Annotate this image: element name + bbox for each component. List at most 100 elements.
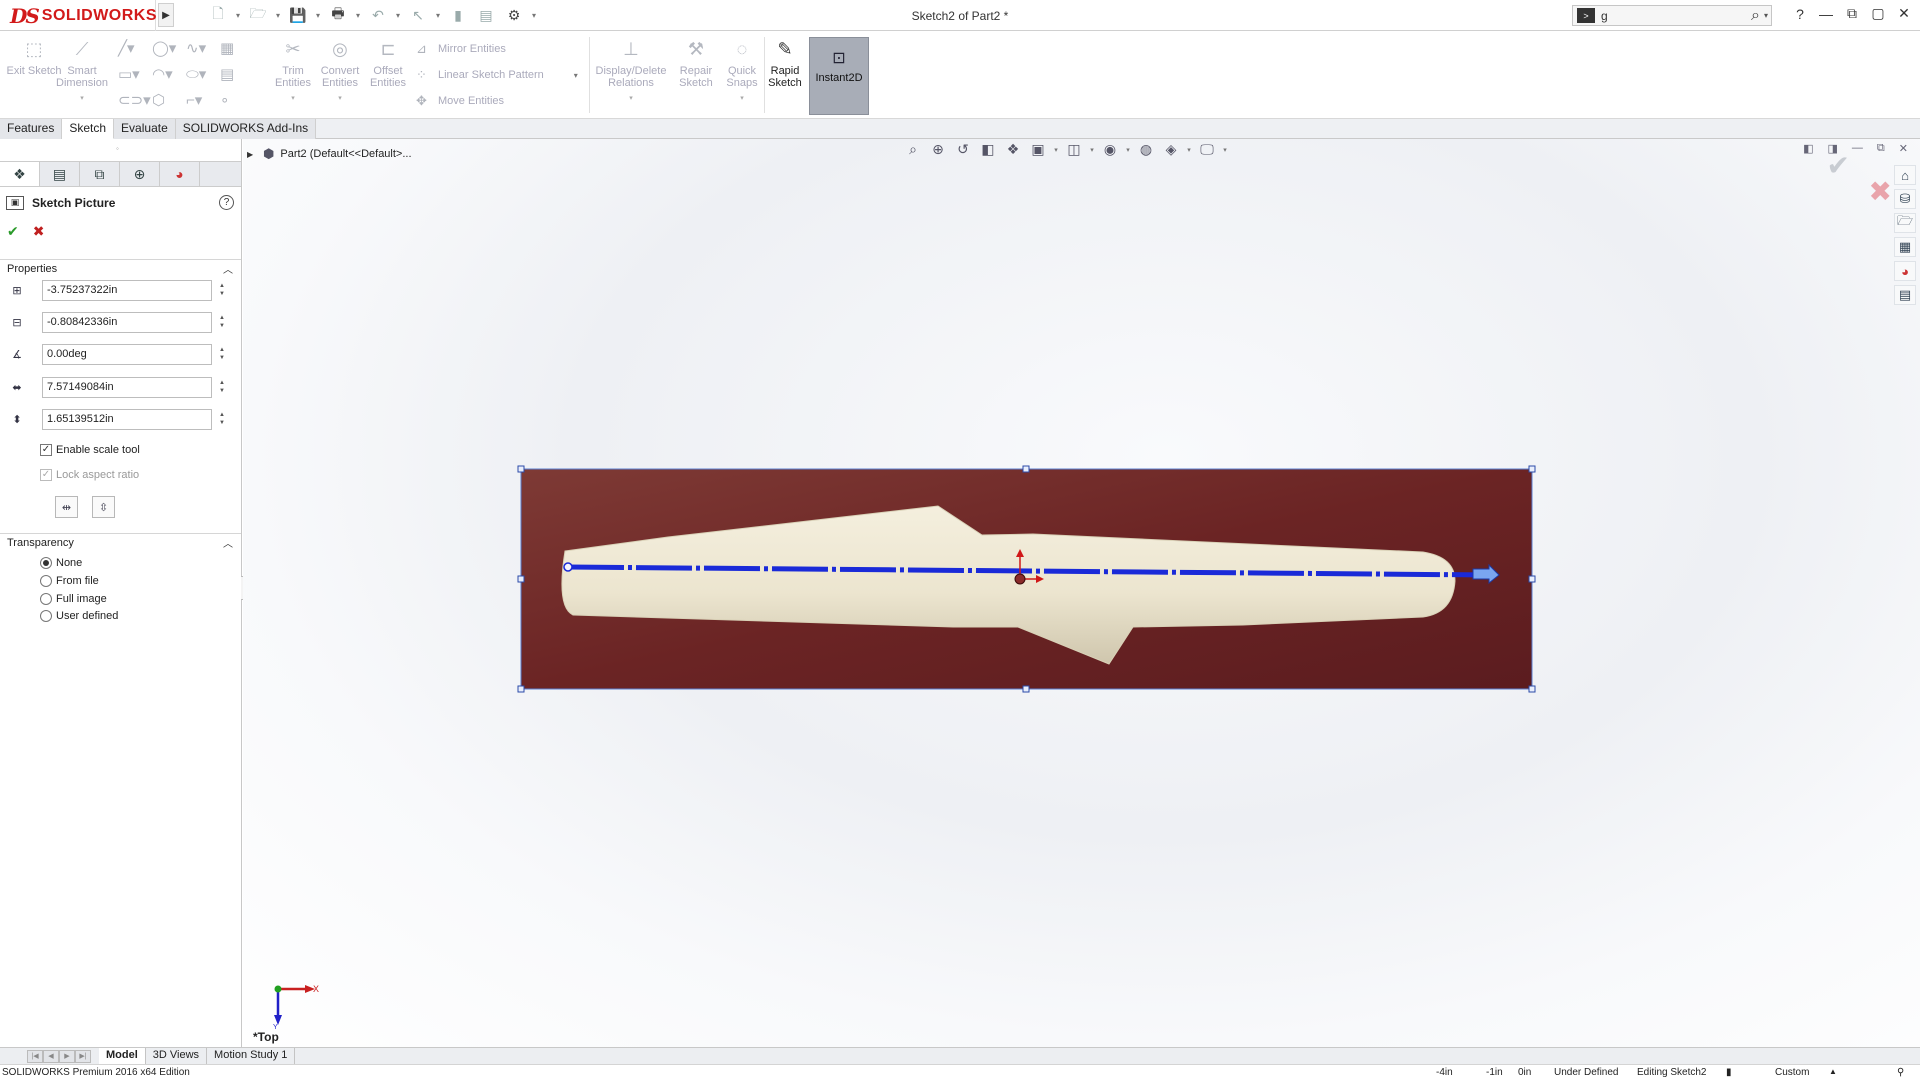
undo-icon[interactable]: ↶ bbox=[366, 5, 390, 25]
select-arrow-icon[interactable]: ↖ bbox=[406, 5, 430, 25]
display-manager-tab-icon[interactable]: ◕ bbox=[160, 162, 200, 186]
rebuild-indicator-icon[interactable]: ▮ bbox=[1726, 1067, 1732, 1078]
tab-motion-study-1[interactable]: Motion Study 1 bbox=[207, 1048, 296, 1064]
mirror-entities-button[interactable]: ⊿ Mirror Entities bbox=[416, 41, 506, 57]
menu-expand-arrow-icon[interactable]: ▶ bbox=[158, 3, 174, 27]
unit-system-selector[interactable]: Custom bbox=[1775, 1067, 1809, 1078]
tab-3d-views[interactable]: 3D Views bbox=[146, 1048, 208, 1064]
offset-entities-button[interactable]: ⊏ Offset Entities bbox=[358, 37, 418, 115]
spline-icon[interactable]: ∿▾ bbox=[186, 39, 220, 57]
transparency-none-radio[interactable]: None bbox=[40, 557, 82, 569]
transparency-user-defined-radio[interactable]: User defined bbox=[40, 610, 118, 622]
configuration-manager-tab-icon[interactable]: ⧉ bbox=[80, 162, 120, 186]
scale-handle[interactable] bbox=[517, 575, 525, 583]
collapse-chevron-icon[interactable]: ︿ bbox=[223, 261, 233, 276]
search-commands-icon[interactable]: > bbox=[1577, 8, 1595, 23]
ok-check-icon[interactable]: ✔ bbox=[7, 223, 19, 240]
restore-icon[interactable]: ⧉ bbox=[1844, 5, 1860, 22]
save-dropdown-icon[interactable]: ▾ bbox=[314, 11, 322, 20]
transparency-section-header[interactable]: Transparency ︿ bbox=[0, 533, 241, 551]
arc-icon[interactable]: ◠▾ bbox=[152, 65, 186, 83]
ellipse-icon[interactable]: ⬭▾ bbox=[186, 65, 220, 83]
property-manager-tab-icon[interactable]: ▤ bbox=[40, 162, 80, 186]
scale-handle[interactable] bbox=[517, 685, 525, 693]
linear-sketch-pattern-button[interactable]: ⁘ Linear Sketch Pattern ▾ bbox=[416, 67, 578, 83]
display-delete-relations-button[interactable]: ⊥ Display/Delete Relations ▾ bbox=[594, 37, 668, 115]
convert-dropdown-icon[interactable]: ▾ bbox=[338, 93, 342, 105]
search-icon[interactable]: ⌕ bbox=[1751, 7, 1760, 25]
scale-handle[interactable] bbox=[517, 465, 525, 473]
tab-features[interactable]: Features bbox=[0, 119, 63, 139]
solidworks-logo[interactable]: DS SOLIDWORKS bbox=[0, 0, 157, 31]
reference-triad[interactable]: X Y bbox=[273, 979, 323, 1029]
help-icon[interactable]: ? bbox=[219, 195, 234, 210]
open-folder-icon[interactable]: 🗁 bbox=[246, 5, 270, 25]
options-dropdown-icon[interactable]: ▾ bbox=[530, 11, 538, 20]
dimxpert-manager-tab-icon[interactable]: ⊕ bbox=[120, 162, 160, 186]
instant2d-button[interactable]: ⊡ Instant2D bbox=[809, 37, 869, 115]
quick-snaps-button[interactable]: ◌ Quick Snaps ▾ bbox=[722, 37, 762, 115]
smart-dimension-dropdown-icon[interactable]: ▾ bbox=[80, 93, 84, 105]
line-icon[interactable]: ╱▾ bbox=[118, 39, 152, 57]
smart-dimension-button[interactable]: ⟋ Smart Dimension ▾ bbox=[52, 37, 112, 115]
new-dropdown-icon[interactable]: ▾ bbox=[234, 11, 242, 20]
open-dropdown-icon[interactable]: ▾ bbox=[274, 11, 282, 20]
quick-snaps-dropdown-icon[interactable]: ▾ bbox=[740, 93, 744, 105]
enable-scale-tool-checkbox[interactable]: ✓ Enable scale tool bbox=[40, 444, 140, 456]
trim-dropdown-icon[interactable]: ▾ bbox=[291, 93, 295, 105]
circle-icon[interactable]: ◯▾ bbox=[152, 39, 186, 57]
scroll-prev-icon[interactable]: ◀ bbox=[43, 1049, 59, 1063]
maximize-icon[interactable]: ▢ bbox=[1870, 5, 1886, 22]
properties-section-header[interactable]: Properties ︿ bbox=[0, 259, 241, 277]
rebuild-icon[interactable]: ▮ bbox=[446, 5, 470, 25]
tab-model[interactable]: Model bbox=[99, 1048, 146, 1064]
polygon-icon[interactable]: ⬡ bbox=[152, 91, 186, 109]
save-icon[interactable]: 💾 bbox=[286, 5, 310, 25]
transparency-from-file-radio[interactable]: From file bbox=[40, 575, 99, 587]
tab-solidworks-add-ins[interactable]: SOLIDWORKS Add-Ins bbox=[175, 119, 317, 139]
text-icon[interactable]: ▦ bbox=[220, 39, 254, 57]
customize-status-icon[interactable]: ⚲ bbox=[1897, 1067, 1904, 1078]
width-field[interactable] bbox=[43, 377, 193, 397]
scale-handle[interactable] bbox=[1528, 685, 1536, 693]
repair-sketch-button[interactable]: ⚒ Repair Sketch bbox=[674, 37, 718, 115]
scroll-first-icon[interactable]: |◀ bbox=[27, 1049, 43, 1063]
move-entities-button[interactable]: ✥ Move Entities bbox=[416, 93, 504, 109]
rapid-sketch-button[interactable]: ✎ Rapid Sketch bbox=[762, 37, 808, 115]
minimize-icon[interactable]: — bbox=[1818, 6, 1834, 22]
angle-field[interactable] bbox=[43, 344, 193, 364]
height-field[interactable] bbox=[43, 409, 193, 429]
close-icon[interactable]: ✕ bbox=[1896, 5, 1912, 22]
scale-handle[interactable] bbox=[1022, 685, 1030, 693]
height-spinner-icon[interactable]: ▲ ▼ bbox=[219, 411, 225, 427]
scale-handle[interactable] bbox=[1528, 465, 1536, 473]
new-document-icon[interactable]: 🗋 bbox=[206, 5, 230, 25]
tab-evaluate[interactable]: Evaluate bbox=[114, 119, 176, 139]
search-dropdown-icon[interactable]: ▾ bbox=[1764, 11, 1768, 20]
help-icon[interactable]: ? bbox=[1792, 6, 1808, 22]
cancel-x-icon[interactable]: ✖ bbox=[33, 223, 45, 240]
plane-icon[interactable]: ▤ bbox=[220, 65, 254, 83]
select-dropdown-icon[interactable]: ▾ bbox=[434, 11, 442, 20]
relations-dropdown-icon[interactable]: ▾ bbox=[629, 93, 633, 105]
scroll-last-icon[interactable]: ▶| bbox=[75, 1049, 91, 1063]
graphics-area[interactable]: ▶ ⬢ Part2 (Default<<Default>... ⌕ ⊕ ↺ ◧ … bbox=[243, 139, 1920, 1047]
slot-icon[interactable]: ⊂⊃▾ bbox=[118, 91, 152, 109]
file-properties-icon[interactable]: ▤ bbox=[474, 5, 498, 25]
point-icon[interactable]: ∘ bbox=[220, 91, 254, 109]
y-position-field[interactable] bbox=[43, 312, 193, 332]
undo-dropdown-icon[interactable]: ▾ bbox=[394, 11, 402, 20]
flip-vertical-icon[interactable]: ⇳ bbox=[92, 496, 115, 518]
flip-horizontal-icon[interactable]: ⇹ bbox=[55, 496, 78, 518]
unit-dropdown-icon[interactable]: ▲ bbox=[1829, 1067, 1837, 1076]
x-position-field[interactable] bbox=[43, 280, 193, 300]
transparency-full-image-radio[interactable]: Full image bbox=[40, 593, 107, 605]
scale-line-start-point[interactable] bbox=[563, 562, 573, 572]
options-gear-icon[interactable]: ⚙ bbox=[502, 5, 526, 25]
lock-aspect-ratio-checkbox[interactable]: ✓ Lock aspect ratio bbox=[40, 469, 139, 481]
feature-manager-tab-icon[interactable]: ❖ bbox=[0, 162, 40, 186]
angle-spinner-icon[interactable]: ▲ ▼ bbox=[219, 346, 225, 362]
pattern-dropdown-icon[interactable]: ▾ bbox=[574, 71, 578, 80]
collapse-chevron-icon[interactable]: ︿ bbox=[223, 535, 233, 550]
scale-handle[interactable] bbox=[1022, 465, 1030, 473]
